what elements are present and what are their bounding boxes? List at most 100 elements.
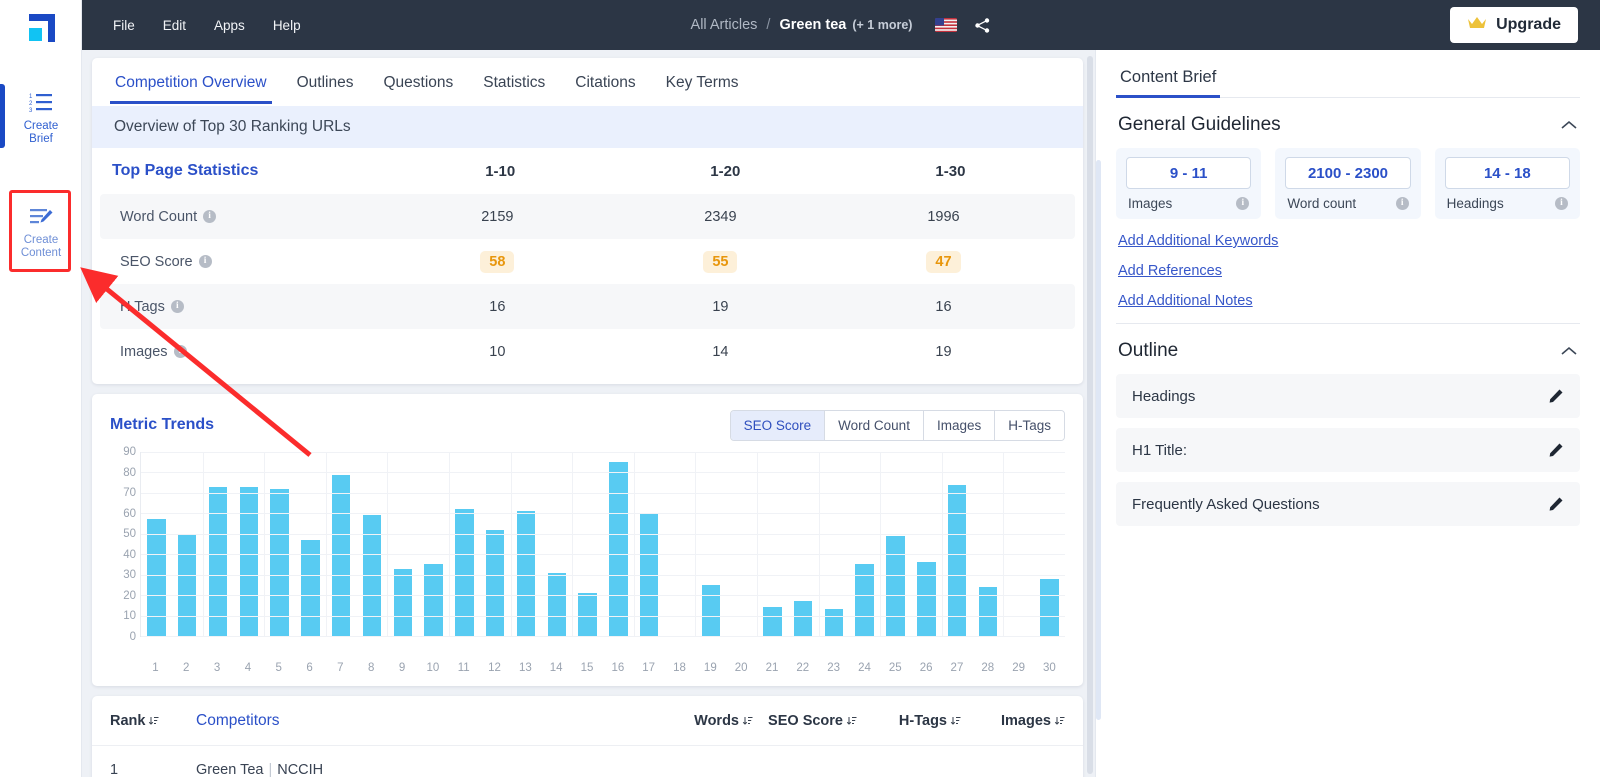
panel-scrollbar[interactable]: [1096, 160, 1101, 720]
menu-item-edit[interactable]: Edit: [152, 12, 197, 39]
chart-bar-slot[interactable]: [480, 452, 511, 636]
breadcrumb-current[interactable]: Green tea: [779, 17, 846, 33]
chart-bar[interactable]: [609, 462, 628, 636]
chart-bar-slot[interactable]: [819, 452, 850, 636]
chart-bar-slot[interactable]: [141, 452, 172, 636]
chart-bar-slot[interactable]: [942, 452, 973, 636]
chart-bar[interactable]: [516, 511, 536, 636]
chart-bar-slot[interactable]: [572, 452, 603, 636]
menu-item-apps[interactable]: Apps: [203, 12, 256, 39]
chart-bar[interactable]: [701, 584, 720, 636]
guideline-value[interactable]: 9 - 11: [1126, 157, 1252, 189]
chart-bar[interactable]: [917, 562, 936, 636]
chart-bar[interactable]: [578, 593, 597, 636]
chart-bar[interactable]: [208, 486, 228, 636]
chevron-up-icon[interactable]: [1560, 345, 1578, 357]
chart-bar[interactable]: [177, 533, 197, 636]
chart-bar-slot[interactable]: [326, 452, 357, 636]
breadcrumb-more-count[interactable]: (+ 1 more): [852, 18, 912, 32]
tab-competition-overview[interactable]: Competition Overview: [102, 61, 280, 104]
chart-bar[interactable]: [947, 484, 967, 636]
info-icon[interactable]: i: [170, 300, 184, 313]
table-row[interactable]: 1 Green Tea | NCCIH: [92, 746, 1083, 777]
add-additional-keywords-link[interactable]: Add Additional Keywords: [1118, 233, 1578, 249]
chart-bar[interactable]: [331, 474, 351, 636]
chart-bar[interactable]: [547, 572, 566, 636]
column-header-seo-score[interactable]: SEO Score: [753, 713, 857, 729]
pencil-icon[interactable]: [1548, 442, 1564, 458]
chart-bar[interactable]: [793, 601, 813, 636]
column-header-images[interactable]: Images: [961, 713, 1065, 729]
breadcrumb-all-articles[interactable]: All Articles: [691, 17, 758, 33]
chart-bar-slot[interactable]: [634, 452, 665, 636]
chart-bar-slot[interactable]: [1034, 452, 1065, 636]
info-icon[interactable]: i: [1236, 197, 1250, 210]
column-header-h-tags[interactable]: H-Tags: [857, 713, 961, 729]
column-header-rank[interactable]: Rank: [110, 713, 182, 729]
chart-bar-slot[interactable]: [418, 452, 449, 636]
chart-bar-slot[interactable]: [357, 452, 388, 636]
outline-item-faq[interactable]: Frequently Asked Questions: [1116, 482, 1580, 526]
chart-bar-slot[interactable]: [172, 452, 203, 636]
column-header-words[interactable]: Words: [649, 713, 753, 729]
guideline-value[interactable]: 2100 - 2300: [1285, 157, 1411, 189]
chart-bar-slot[interactable]: [726, 452, 757, 636]
tab-outlines[interactable]: Outlines: [284, 61, 367, 104]
info-icon[interactable]: i: [1395, 197, 1409, 210]
chart-bar-slot[interactable]: [757, 452, 788, 636]
chart-bar[interactable]: [886, 535, 905, 636]
app-logo[interactable]: [0, 0, 82, 58]
menu-item-file[interactable]: File: [102, 12, 146, 39]
chart-bar-slot[interactable]: [264, 452, 295, 636]
chart-bar[interactable]: [1040, 578, 1059, 636]
metric-toggle-word-count[interactable]: Word Count: [825, 410, 924, 440]
chevron-up-icon[interactable]: [1560, 119, 1578, 131]
outline-item-h1-title[interactable]: H1 Title:: [1116, 428, 1580, 472]
us-flag-icon[interactable]: [935, 18, 958, 32]
outline-item-headings[interactable]: Headings: [1116, 374, 1580, 418]
chart-bar-slot[interactable]: [788, 452, 819, 636]
chart-bar-slot[interactable]: [973, 452, 1004, 636]
chart-bar-slot[interactable]: [449, 452, 480, 636]
chart-bar[interactable]: [485, 529, 505, 636]
metric-toggle-images[interactable]: Images: [923, 410, 996, 440]
chart-bar-slot[interactable]: [849, 452, 880, 636]
tab-key-terms[interactable]: Key Terms: [653, 61, 752, 104]
add-references-link[interactable]: Add References: [1118, 263, 1578, 279]
chart-bar-slot[interactable]: [603, 452, 634, 636]
info-icon[interactable]: i: [1554, 197, 1568, 210]
add-additional-notes-link[interactable]: Add Additional Notes: [1118, 293, 1578, 309]
chart-bar-slot[interactable]: [880, 452, 911, 636]
chart-bar[interactable]: [147, 519, 166, 636]
chart-bar-slot[interactable]: [295, 452, 326, 636]
chart-bar-slot[interactable]: [387, 452, 418, 636]
metric-toggle-h-tags[interactable]: H-Tags: [995, 410, 1064, 440]
info-icon[interactable]: i: [203, 210, 217, 223]
tab-content-brief[interactable]: Content Brief: [1116, 68, 1221, 98]
chart-bar[interactable]: [393, 568, 412, 636]
chart-bar[interactable]: [455, 509, 474, 636]
chart-bar[interactable]: [763, 607, 782, 636]
info-icon[interactable]: i: [173, 345, 187, 358]
chart-bar[interactable]: [824, 609, 844, 636]
chart-bar-slot[interactable]: [203, 452, 234, 636]
chart-bar-slot[interactable]: [541, 452, 572, 636]
chart-bar-slot[interactable]: [1003, 452, 1034, 636]
tab-citations[interactable]: Citations: [562, 61, 648, 104]
chart-bar-slot[interactable]: [233, 452, 264, 636]
chart-bar-slot[interactable]: [511, 452, 542, 636]
column-header-competitors[interactable]: Competitors: [182, 712, 649, 730]
tab-statistics[interactable]: Statistics: [470, 61, 558, 104]
tab-questions[interactable]: Questions: [370, 61, 466, 104]
pencil-icon[interactable]: [1548, 388, 1564, 404]
chart-bar-slot[interactable]: [911, 452, 942, 636]
sidebar-item-create-brief[interactable]: 1 2 3 Create Brief: [0, 84, 82, 154]
share-icon[interactable]: [974, 17, 991, 34]
main-scrollbar[interactable]: [1087, 56, 1093, 774]
pencil-icon[interactable]: [1548, 496, 1564, 512]
chart-bar[interactable]: [270, 488, 289, 636]
chart-bar[interactable]: [239, 486, 259, 636]
sidebar-item-create-content[interactable]: Create Content: [0, 198, 82, 268]
chart-bar-slot[interactable]: [665, 452, 696, 636]
metric-toggle-seo-score[interactable]: SEO Score: [730, 410, 826, 440]
